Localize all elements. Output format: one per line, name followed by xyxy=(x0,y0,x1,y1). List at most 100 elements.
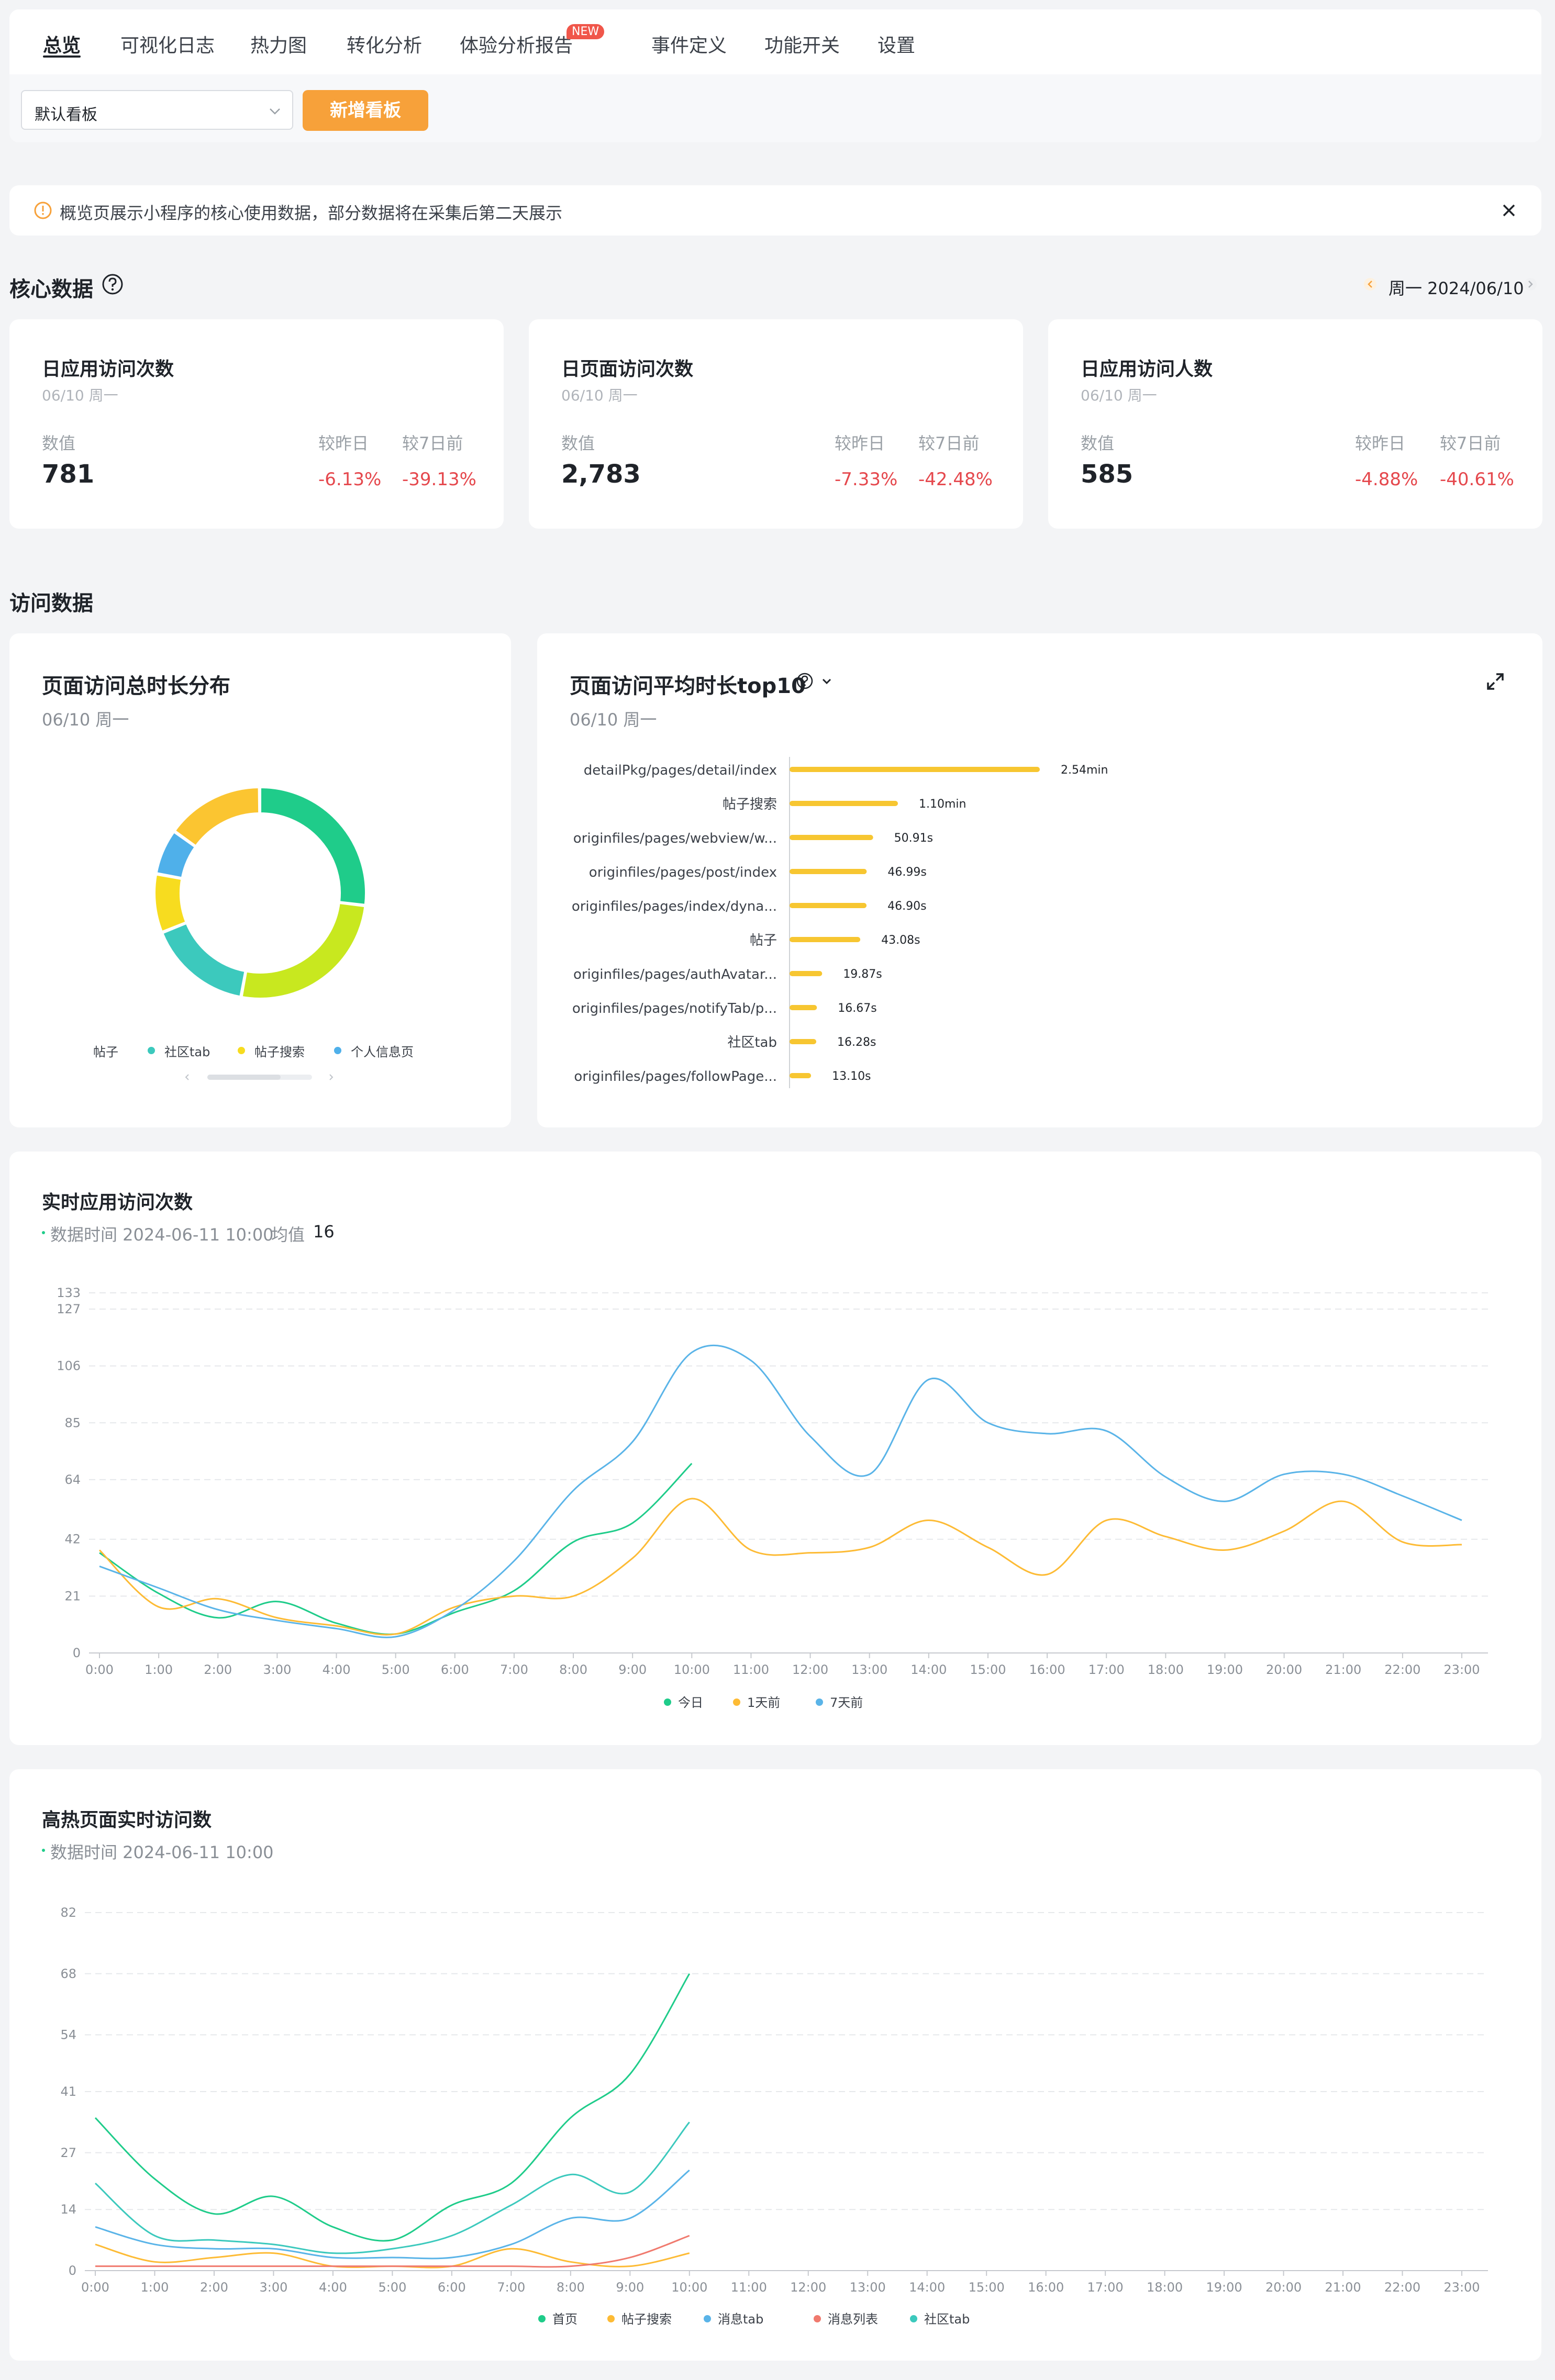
legend-dot xyxy=(148,1047,155,1054)
bar xyxy=(790,869,867,874)
notice-bar: 概览页展示小程序的核心使用数据，部分数据将在采集后第二天展示 xyxy=(9,185,1541,236)
board-select[interactable]: 默认看板 xyxy=(21,90,293,130)
x-tick-label: 6:00 xyxy=(438,2280,466,2295)
x-tick-label: 3:00 xyxy=(259,2280,287,2295)
bar xyxy=(790,1073,812,1078)
tab-feature-switch[interactable]: 功能开关 xyxy=(764,30,840,58)
donut-slice xyxy=(259,786,367,907)
y-tick-label: 41 xyxy=(60,2084,76,2099)
donut-slice xyxy=(161,922,247,998)
close-icon[interactable] xyxy=(1500,201,1518,220)
x-tick-label: 10:00 xyxy=(674,1662,710,1677)
help-icon[interactable] xyxy=(102,273,124,295)
y-tick-label: 21 xyxy=(64,1589,81,1603)
tab-heatmap[interactable]: 热力图 xyxy=(250,30,307,58)
legend-item[interactable]: 个人信息页 xyxy=(351,1042,414,1060)
x-tick-label: 12:00 xyxy=(790,2280,826,2295)
y-tick-label: 85 xyxy=(64,1415,81,1430)
kpi-dod: -4.88% xyxy=(1355,469,1418,490)
donut-slice xyxy=(240,901,366,1000)
legend-scrollbar[interactable] xyxy=(207,1075,312,1080)
y-tick-label: 82 xyxy=(60,1905,76,1920)
tab-visual-log[interactable]: 可视化日志 xyxy=(120,30,215,58)
x-tick-label: 0:00 xyxy=(81,2280,109,2295)
top10-card: 页面访问平均时长top10 06/10 周一 detailPkg/pages/d… xyxy=(537,633,1542,1127)
realtime-line-chart: 0 21 42 64 85 106 127 133 0:00 1:00 2:00 3:00 4:00 5:… xyxy=(57,1286,1488,1710)
kpi-value-label: 数值 xyxy=(42,433,76,453)
y-tick-label: 42 xyxy=(64,1532,81,1547)
legend-item[interactable]: 帖子 xyxy=(93,1042,118,1060)
x-tick-label: 23:00 xyxy=(1443,2280,1480,2295)
donut-slice xyxy=(173,786,261,848)
board-select-value: 默认看板 xyxy=(35,106,97,124)
x-tick-label: 1:00 xyxy=(145,1662,173,1677)
tab-experience-report[interactable]: 体验分析报告 xyxy=(460,30,573,58)
kpi-value-label: 数值 xyxy=(561,433,595,453)
bar-category-label: 社区tab xyxy=(727,1035,777,1051)
tab-settings[interactable]: 设置 xyxy=(878,30,915,58)
x-tick-label: 13:00 xyxy=(851,1662,887,1677)
bar-value-label: 16.67s xyxy=(838,1002,876,1015)
legend-dot xyxy=(607,2315,615,2322)
y-tick-label: 0 xyxy=(69,2263,76,2278)
y-tick-label: 0 xyxy=(73,1646,81,1660)
tab-conversion[interactable]: 转化分析 xyxy=(347,30,422,58)
core-section-title: 核心数据 xyxy=(9,277,93,301)
tab-event-definition[interactable]: 事件定义 xyxy=(651,30,727,58)
bar-category-label: originfiles/pages/index/dyna... xyxy=(572,899,777,914)
bar-category-label: originfiles/pages/post/index xyxy=(589,865,777,880)
y-tick-label: 14 xyxy=(60,2202,76,2217)
tab-overview[interactable]: 总览 xyxy=(43,30,81,58)
bar-value-label: 16.28s xyxy=(837,1036,876,1049)
bar-value-label: 1.10min xyxy=(919,798,966,811)
y-tick-label: 106 xyxy=(57,1359,81,1373)
x-tick-label: 22:00 xyxy=(1384,2280,1420,2295)
x-tick-label: 5:00 xyxy=(378,2280,406,2295)
legend-label: 首页 xyxy=(552,2312,577,2327)
info-icon xyxy=(34,202,52,219)
kpi-date: 06/10 周一 xyxy=(561,387,638,404)
add-board-button[interactable]: 新增看板 xyxy=(303,90,428,131)
legend-prev-icon[interactable] xyxy=(182,1072,193,1082)
legend-next-icon[interactable] xyxy=(326,1072,336,1082)
bar-category-label: originfiles/pages/followPage... xyxy=(574,1069,777,1085)
next-date-icon[interactable] xyxy=(1524,276,1537,292)
legend-item[interactable]: 帖子搜索 xyxy=(254,1042,305,1060)
donut-slice xyxy=(153,873,188,933)
notice-text: 概览页展示小程序的核心使用数据，部分数据将在采集后第二天展示 xyxy=(60,203,563,223)
series-line xyxy=(99,1344,1462,1638)
kpi-wow-label: 较7日前 xyxy=(918,433,980,453)
legend-item[interactable]: 社区tab xyxy=(164,1042,210,1060)
legend-scrollbar-thumb[interactable] xyxy=(207,1075,281,1080)
kpi-wow: -40.61% xyxy=(1440,469,1514,490)
x-tick-label: 21:00 xyxy=(1325,2280,1361,2295)
bar xyxy=(790,971,823,976)
kpi-wow-label: 较7日前 xyxy=(402,433,463,453)
x-tick-label: 0:00 xyxy=(85,1662,114,1677)
kpi-value-label: 数值 xyxy=(1081,433,1115,453)
bar-value-label: 46.99s xyxy=(887,866,926,879)
bar xyxy=(790,1039,817,1044)
x-tick-label: 4:00 xyxy=(319,2280,347,2295)
kpi-dod: -7.33% xyxy=(835,469,898,490)
legend-dot xyxy=(704,2315,711,2322)
x-tick-label: 9:00 xyxy=(618,1662,647,1677)
x-tick-label: 15:00 xyxy=(970,1662,1006,1677)
x-tick-label: 8:00 xyxy=(557,2280,585,2295)
bar xyxy=(790,1005,817,1010)
bar-category-label: 帖子 xyxy=(750,933,777,948)
prev-date-icon[interactable] xyxy=(1363,276,1377,292)
legend-dot xyxy=(733,1699,740,1706)
x-tick-label: 16:00 xyxy=(1028,2280,1064,2295)
legend-dot xyxy=(664,1699,671,1706)
x-tick-label: 12:00 xyxy=(792,1662,828,1677)
bar-value-label: 13.10s xyxy=(832,1070,871,1083)
legend-dot xyxy=(814,2315,821,2322)
series-line xyxy=(99,1462,693,1635)
y-tick-label: 133 xyxy=(57,1286,81,1300)
x-tick-label: 10:00 xyxy=(671,2280,707,2295)
y-tick-label: 68 xyxy=(60,1966,76,1981)
kpi-title: 日页面访问次数 xyxy=(561,359,694,380)
series-line xyxy=(98,1498,1462,1636)
kpi-wow: -42.48% xyxy=(918,469,993,490)
